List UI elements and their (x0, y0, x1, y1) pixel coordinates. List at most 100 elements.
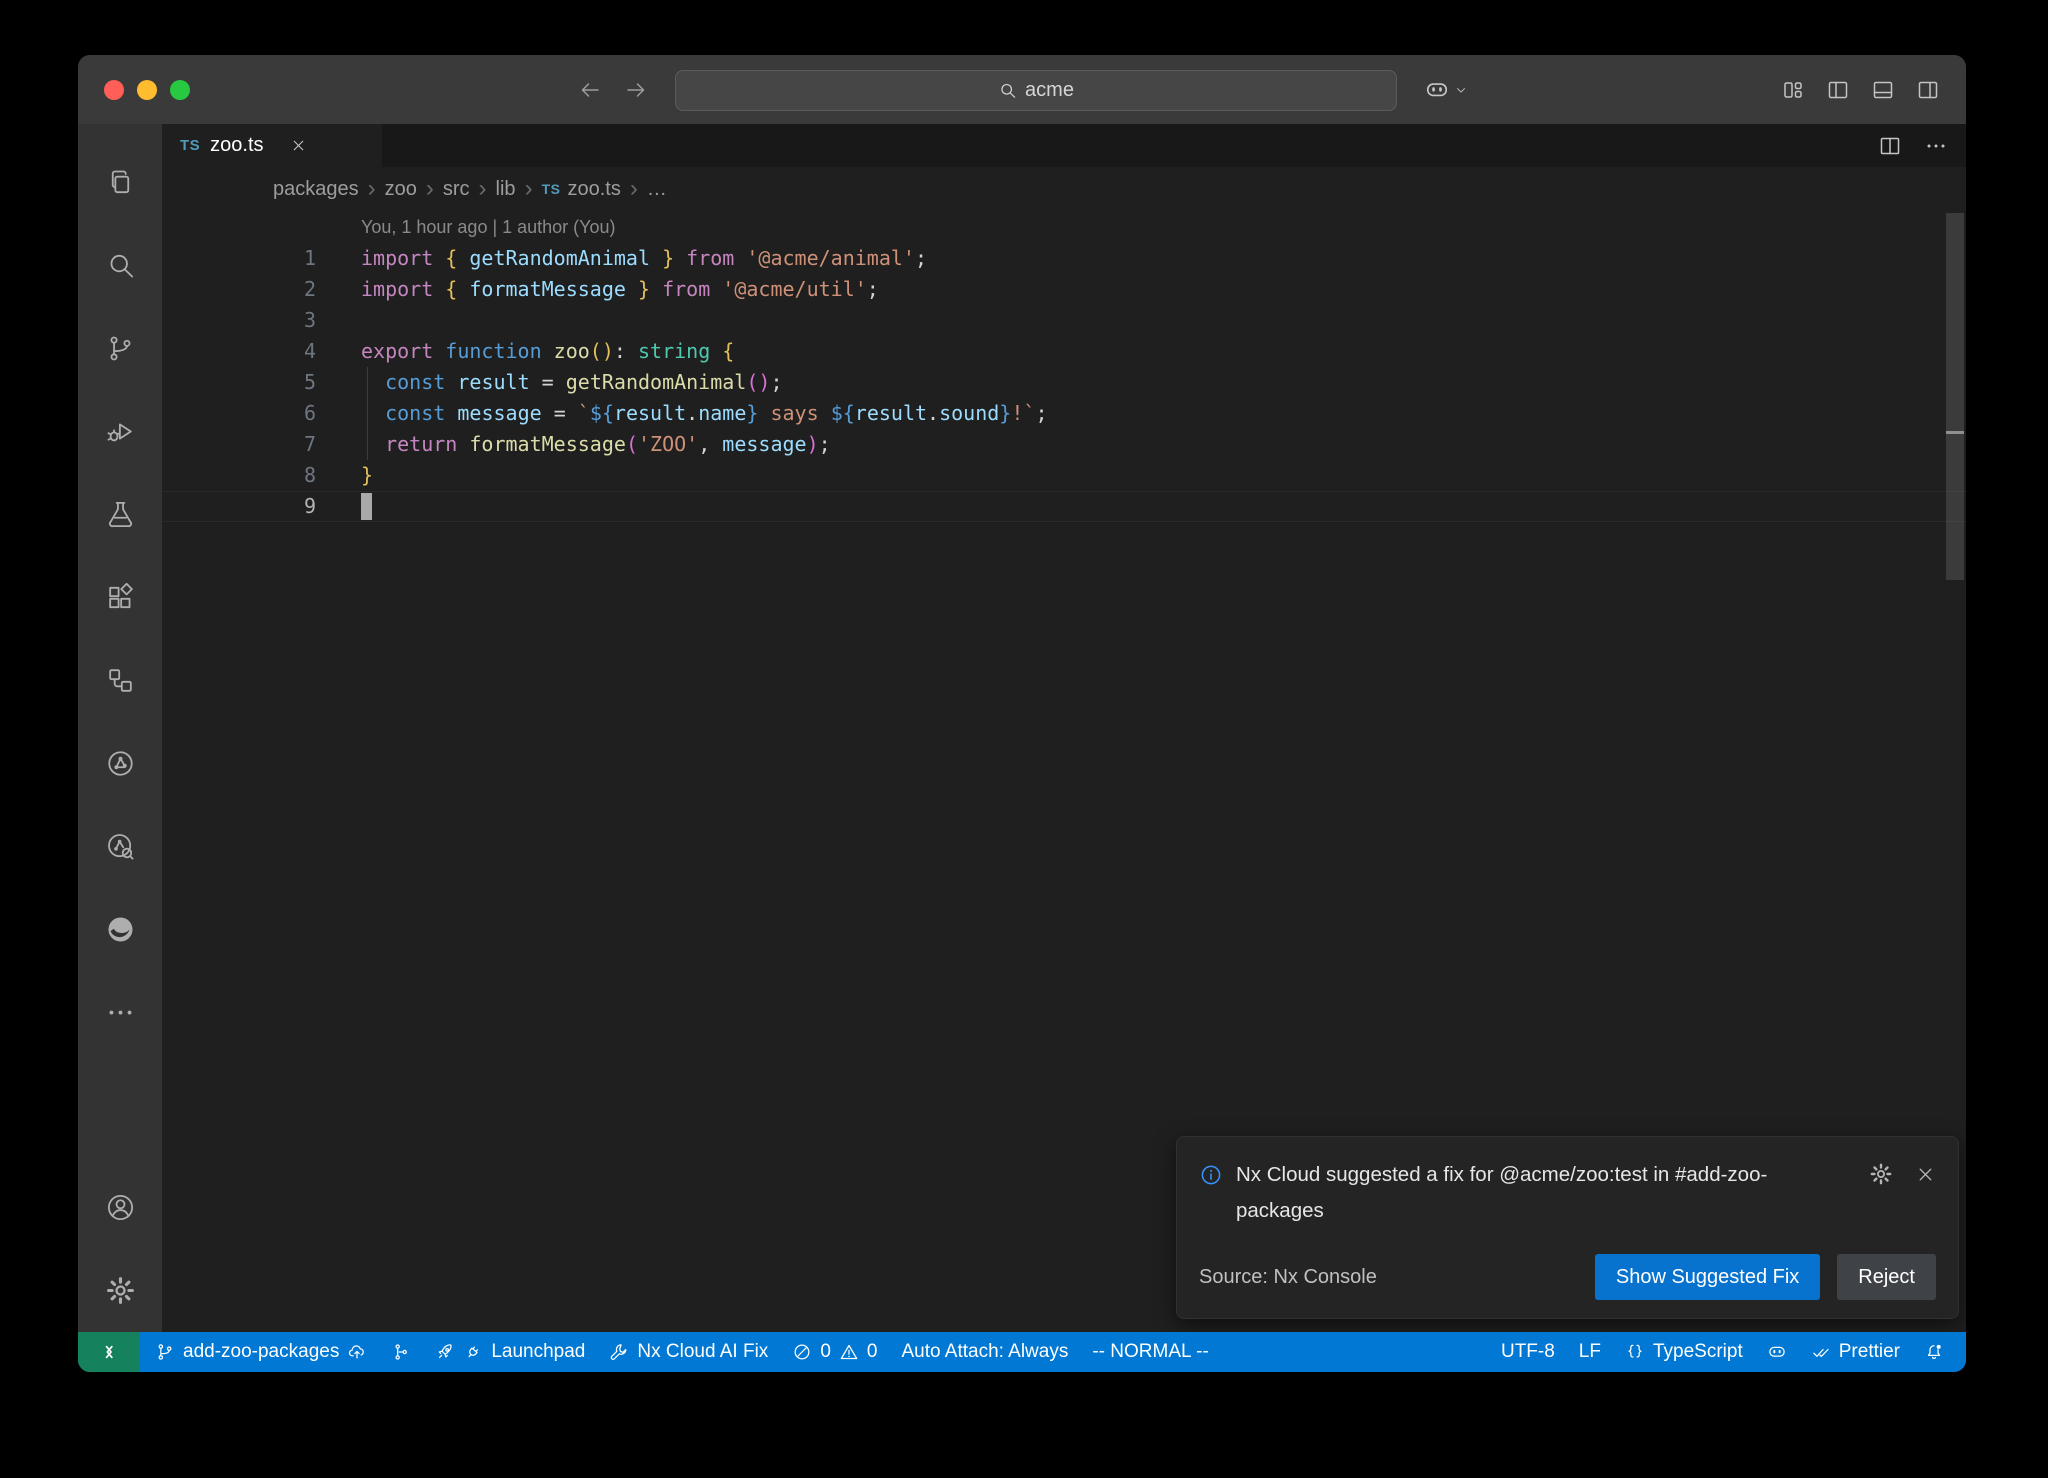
launchpad-item[interactable]: Launchpad (423, 1332, 597, 1372)
remote-indicator[interactable] (78, 1332, 140, 1372)
typescript-file-icon: TS (542, 181, 561, 197)
typescript-file-icon: TS (180, 137, 200, 154)
copilot-item[interactable] (1755, 1332, 1799, 1372)
cloud-upload-icon (347, 1342, 367, 1362)
breadcrumb-chevron-icon: › (368, 177, 376, 201)
nx-flow-icon[interactable] (78, 639, 162, 722)
explorer-icon[interactable] (78, 141, 162, 224)
git-graph-item[interactable] (379, 1332, 423, 1372)
eol-item[interactable]: LF (1567, 1332, 1613, 1372)
code-line-5[interactable]: 5 const result = getRandomAnimal(); (162, 367, 1966, 398)
copilot-icon (1424, 77, 1450, 103)
search-icon[interactable] (78, 224, 162, 307)
vim-mode-item[interactable]: -- NORMAL -- (1080, 1332, 1220, 1372)
close-window-button[interactable] (104, 80, 124, 100)
code-line-2[interactable]: 2import { formatMessage } from '@acme/ut… (162, 274, 1966, 305)
command-center-search[interactable]: acme (675, 70, 1397, 111)
code-line-4[interactable]: 4export function zoo(): string { (162, 336, 1966, 367)
breadcrumb-chevron-icon: › (426, 177, 434, 201)
more-actions-icon[interactable] (1924, 134, 1948, 158)
back-arrow-icon[interactable] (578, 78, 602, 102)
bell-dot-icon (1924, 1342, 1944, 1362)
chevron-down-icon (1454, 83, 1468, 97)
customize-layout-icon[interactable] (1781, 78, 1805, 102)
extensions-icon[interactable] (78, 556, 162, 639)
notification-toast: Nx Cloud suggested a fix for @acme/zoo:t… (1176, 1136, 1959, 1319)
code-line-7[interactable]: 7 return formatMessage('ZOO', message); (162, 429, 1966, 460)
settings-gear-icon[interactable] (78, 1249, 162, 1332)
zoom-window-button[interactable] (170, 80, 190, 100)
status-label: Nx Cloud AI Fix (637, 1341, 768, 1363)
line-number: 5 (162, 367, 316, 398)
line-content (316, 492, 372, 521)
code-line-3[interactable]: 3 (162, 305, 1966, 336)
code-line-1[interactable]: 1import { getRandomAnimal } from '@acme/… (162, 243, 1966, 274)
minimize-window-button[interactable] (137, 80, 157, 100)
line-content (316, 305, 361, 336)
forward-arrow-icon[interactable] (624, 78, 648, 102)
split-editor-icon[interactable] (1878, 134, 1902, 158)
overview-cursor-marker (1946, 431, 1964, 434)
notification-settings-gear-icon[interactable] (1869, 1162, 1893, 1186)
git-blame-annotation: You, 1 hour ago | 1 author (You) (361, 215, 1966, 243)
copilot-icon (1767, 1342, 1787, 1362)
plug-icon (463, 1342, 483, 1362)
breadcrumb-item-lib[interactable]: lib (496, 178, 516, 201)
encoding-item[interactable]: UTF-8 (1489, 1332, 1567, 1372)
line-number: 8 (162, 460, 316, 491)
problems-item[interactable]: 00 (780, 1332, 889, 1372)
more-views-icon[interactable] (78, 971, 162, 1054)
breadcrumb: packages›zoo›src›lib›TSzoo.ts›… (162, 167, 1966, 211)
breadcrumb-item-src[interactable]: src (443, 178, 470, 201)
breadcrumb-chevron-icon: › (525, 177, 533, 201)
tab-label: zoo.ts (210, 134, 263, 157)
edge-browser-icon[interactable] (78, 888, 162, 971)
tab-zoo-ts[interactable]: TS zoo.ts (162, 124, 382, 167)
code-line-8[interactable]: 8} (162, 460, 1966, 491)
source-control-icon[interactable] (78, 307, 162, 390)
warnings-icon (839, 1342, 859, 1362)
nx-console-icon[interactable] (78, 722, 162, 805)
code-line-9[interactable]: 9 (162, 491, 1966, 522)
run-debug-icon[interactable] (78, 390, 162, 473)
notifications-item[interactable] (1912, 1332, 1956, 1372)
copilot-menu[interactable] (1424, 55, 1468, 124)
scrollbar-thumb[interactable] (1946, 213, 1964, 580)
reject-button[interactable]: Reject (1837, 1254, 1936, 1300)
notification-message: Nx Cloud suggested a fix for @acme/zoo:t… (1236, 1157, 1796, 1229)
branch-item[interactable]: add-zoo-packages (143, 1332, 379, 1372)
toggle-primary-sidebar-icon[interactable] (1826, 78, 1850, 102)
code-line-6[interactable]: 6 const message = `${result.name} says $… (162, 398, 1966, 429)
line-content: } (316, 460, 373, 491)
toggle-panel-icon[interactable] (1871, 78, 1895, 102)
breadcrumb-label: … (647, 178, 667, 201)
breadcrumb-item-zoo-ts[interactable]: TSzoo.ts (542, 178, 621, 201)
testing-icon[interactable] (78, 473, 162, 556)
status-label: 0 (867, 1341, 878, 1363)
nx-cloud-icon[interactable] (78, 805, 162, 888)
toggle-secondary-sidebar-icon[interactable] (1916, 78, 1940, 102)
prettier-item[interactable]: Prettier (1799, 1332, 1912, 1372)
nx-cloud-ai-fix-item[interactable]: Nx Cloud AI Fix (597, 1332, 780, 1372)
status-label: -- NORMAL -- (1092, 1341, 1208, 1363)
breadcrumb-label: zoo (385, 178, 417, 201)
titlebar: acme (78, 55, 1966, 124)
line-content: import { formatMessage } from '@acme/uti… (316, 274, 879, 305)
line-number: 7 (162, 429, 316, 460)
line-content: const result = getRandomAnimal(); (316, 367, 783, 398)
block-cursor (361, 493, 372, 520)
activity-bar (78, 124, 162, 1332)
show-suggested-fix-button[interactable]: Show Suggested Fix (1595, 1254, 1820, 1300)
language-item[interactable]: TypeScript (1613, 1332, 1755, 1372)
double-check-icon (1811, 1342, 1831, 1362)
code-view[interactable]: 1import { getRandomAnimal } from '@acme/… (162, 243, 1966, 522)
notification-close-icon[interactable] (1915, 1164, 1936, 1185)
accounts-icon[interactable] (78, 1166, 162, 1249)
rocket-icon (435, 1342, 455, 1362)
breadcrumb-item-packages[interactable]: packages (273, 178, 359, 201)
breadcrumb-chevron-icon: › (630, 177, 638, 201)
breadcrumb-item--[interactable]: … (647, 178, 667, 201)
auto-attach-item[interactable]: Auto Attach: Always (889, 1332, 1080, 1372)
tab-close-icon[interactable] (290, 137, 307, 154)
breadcrumb-item-zoo[interactable]: zoo (385, 178, 417, 201)
